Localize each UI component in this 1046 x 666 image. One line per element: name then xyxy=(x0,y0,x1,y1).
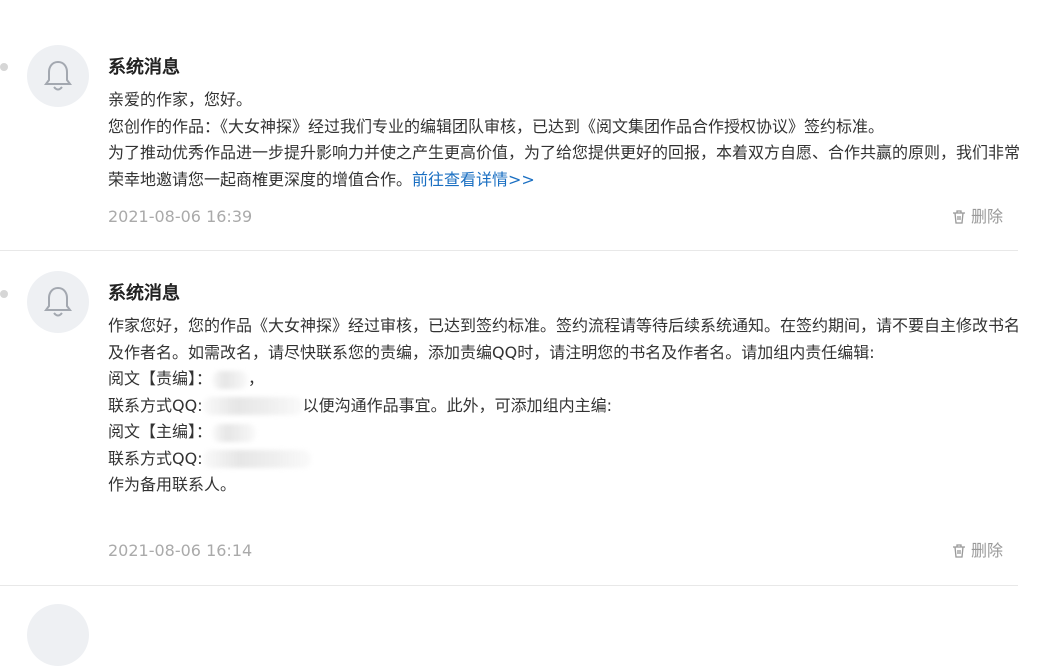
message-line: 为了推动优秀作品进一步提升影响力并使之产生更高价值，为了给您提供更好的回报，本着… xyxy=(108,140,1023,193)
message-avatar xyxy=(27,271,89,333)
message-body: 亲爱的作家，您好。 您创作的作品：《大女神探》经过我们专业的编辑团队审核，已达到… xyxy=(108,87,1023,193)
bell-icon xyxy=(44,60,72,91)
message-title: 系统消息 xyxy=(108,57,180,78)
bell-icon xyxy=(44,286,72,317)
message-avatar xyxy=(27,604,89,666)
message-avatar xyxy=(27,45,89,107)
message-body: 作家您好，您的作品《大女神探》经过审核，已达到签约标准。签约流程请等待后续系统通… xyxy=(108,313,1023,499)
message-line: 阅文【责编】： ， xyxy=(108,366,1023,393)
message-title: 系统消息 xyxy=(108,283,180,304)
redacted-text xyxy=(202,397,303,415)
message-line: 联系方式QQ: 以便沟通作品事宜。此外，可添加组内主编: xyxy=(108,393,1023,420)
delete-button[interactable]: 删除 xyxy=(951,540,1003,562)
unread-dot xyxy=(0,290,8,298)
message-text: 阅文【主编】： xyxy=(108,422,213,441)
message-text: 阅文【责编】： xyxy=(108,369,213,388)
message-text: 联系方式QQ: xyxy=(108,395,203,415)
view-details-link[interactable]: 前往查看详情>> xyxy=(412,170,535,189)
trash-icon xyxy=(952,210,965,224)
message-line: 亲爱的作家，您好。 xyxy=(108,90,253,109)
message-line: 作家您好，您的作品《大女神探》经过审核，已达到签约标准。签约流程请等待后续系统通… xyxy=(108,316,1021,362)
trash-icon xyxy=(952,544,965,558)
message-line: 联系方式QQ: xyxy=(108,446,1023,473)
message-time: 2021-08-06 16:39 xyxy=(108,207,253,226)
redacted-text xyxy=(212,370,249,389)
message-text: 以便沟通作品事宜。此外，可添加组内主编: xyxy=(302,395,612,415)
divider xyxy=(0,250,1018,251)
message-line: 阅文【主编】： xyxy=(108,419,1023,446)
delete-label: 删除 xyxy=(970,541,1003,560)
unread-dot xyxy=(0,63,8,71)
delete-button[interactable]: 删除 xyxy=(951,206,1003,228)
message-text: 联系方式QQ: xyxy=(108,448,203,468)
delete-label: 删除 xyxy=(970,207,1003,226)
message-line: 您创作的作品：《大女神探》经过我们专业的编辑团队审核，已达到《阅文集团作品合作授… xyxy=(108,116,885,136)
message-time: 2021-08-06 16:14 xyxy=(108,541,253,560)
redacted-text xyxy=(202,450,311,468)
message-text: 为了推动优秀作品进一步提升影响力并使之产生更高价值，为了给您提供更好的回报，本着… xyxy=(108,143,1021,189)
divider xyxy=(0,585,1018,586)
message-line: 作为备用联系人。 xyxy=(108,475,237,494)
redacted-text xyxy=(212,423,257,442)
message-text: ， xyxy=(248,369,265,388)
